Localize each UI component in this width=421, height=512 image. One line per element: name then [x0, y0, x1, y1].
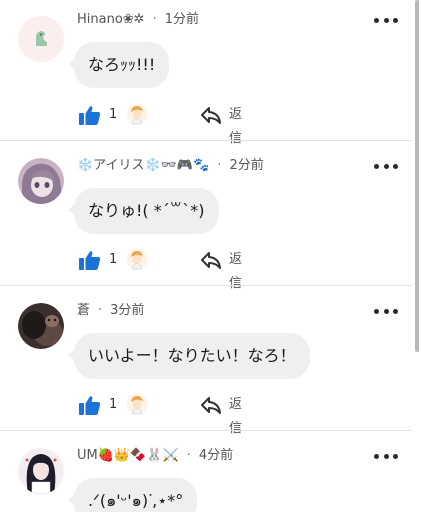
comment-item: Hinano❀✲ · 1分前 なろｯｯ!!! 1 返信 — [0, 10, 412, 146]
thumbs-up-icon[interactable] — [79, 250, 101, 270]
comment-text: なりゅ!( *´꒳`*) — [68, 188, 219, 234]
timestamp: 2分前 — [229, 158, 264, 173]
timestamp: 4分前 — [198, 448, 234, 463]
scrollbar[interactable] — [415, 0, 419, 352]
comment-header: UM🍓👑🍫🐰⚔️ · 4分前 — [77, 446, 233, 466]
liker-avatar-icon[interactable] — [126, 393, 148, 415]
comment-item: 蒼 · 3分前 いいよー！なりたい！なろ！ 1 返信 — [0, 301, 412, 436]
thumbs-up-icon[interactable] — [79, 395, 101, 415]
comment-text: いいよー！なりたい！なろ！ — [68, 333, 310, 379]
divider — [0, 285, 412, 286]
avatar-anime-girl-icon — [18, 448, 64, 494]
separator-dot: · — [152, 12, 157, 27]
thumbs-up-icon[interactable] — [79, 105, 101, 125]
avatar-photo-icon — [18, 303, 64, 349]
comment-item: ❄️アイリス❄️👓🎮🐾 · 2分前 なりゅ!( *´꒳`*) 1 返信 — [0, 156, 412, 291]
separator-dot: · — [217, 158, 222, 173]
comment-header: Hinano❀✲ · 1分前 — [77, 10, 199, 30]
username[interactable]: UM🍓👑🍫🐰⚔️ — [77, 448, 179, 463]
divider — [0, 430, 412, 431]
username[interactable]: 蒼 — [77, 303, 90, 318]
avatar-anime-girl-icon — [18, 158, 64, 204]
liker-avatar-icon[interactable] — [126, 103, 148, 125]
more-options-icon[interactable] — [374, 450, 398, 462]
more-options-icon[interactable] — [374, 160, 398, 172]
more-options-icon[interactable] — [374, 305, 398, 317]
reply-button[interactable]: 返信 — [229, 393, 242, 441]
separator-dot: · — [186, 448, 191, 463]
timestamp: 3分前 — [110, 303, 145, 318]
comment-header: 蒼 · 3分前 — [77, 301, 144, 321]
avatar[interactable] — [18, 448, 64, 494]
username[interactable]: ❄️アイリス❄️👓🎮🐾 — [77, 158, 209, 173]
avatar[interactable] — [18, 16, 64, 62]
more-options-icon[interactable] — [374, 14, 398, 26]
comment-text: なろｯｯ!!! — [67, 42, 170, 88]
username[interactable]: Hinano❀✲ — [77, 12, 145, 27]
avatar-dinosaur-icon — [18, 16, 64, 62]
comment-header: ❄️アイリス❄️👓🎮🐾 · 2分前 — [77, 156, 264, 176]
timestamp: 1分前 — [164, 12, 199, 27]
like-count: 1 — [109, 397, 118, 412]
like-count: 1 — [109, 107, 118, 122]
reply-arrow-icon[interactable] — [200, 395, 222, 415]
reply-button[interactable]: 返信 — [229, 103, 242, 151]
reply-arrow-icon[interactable] — [200, 105, 222, 125]
avatar[interactable] — [18, 158, 64, 204]
divider — [0, 140, 412, 141]
comment-text: .ᐟ(๑'ᵕ'๑)ᐝ,⋆*° — [67, 478, 198, 512]
like-count: 1 — [109, 252, 118, 267]
avatar[interactable] — [18, 303, 64, 349]
reply-arrow-icon[interactable] — [200, 250, 222, 270]
liker-avatar-icon[interactable] — [126, 248, 148, 270]
reply-button[interactable]: 返信 — [229, 248, 242, 296]
comment-feed: Hinano❀✲ · 1分前 なろｯｯ!!! 1 返信 ❄️アイリス❄️👓🎮🐾 … — [0, 0, 412, 512]
comment-item: UM🍓👑🍫🐰⚔️ · 4分前 .ᐟ(๑'ᵕ'๑)ᐝ,⋆*° — [0, 446, 412, 512]
separator-dot: · — [98, 303, 103, 318]
